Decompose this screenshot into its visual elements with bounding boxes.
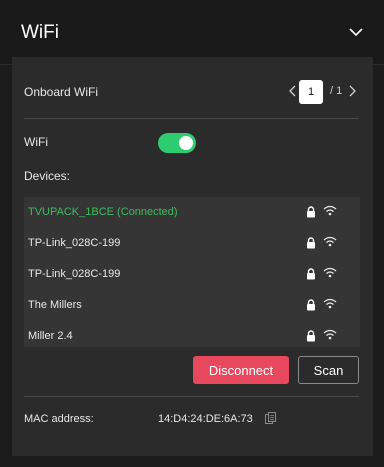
wifi-signal-icon [323, 267, 337, 278]
device-row[interactable]: Miller 2.4 [24, 321, 360, 347]
device-row[interactable]: TVUPACK_1BCE (Connected) [24, 197, 360, 228]
lock-icon [307, 237, 315, 249]
wifi-panel: Onboard WiFi 1 / 1 WiFi Devices: TVUPACK… [12, 57, 373, 456]
divider [24, 118, 359, 119]
wifi-signal-icon [323, 236, 337, 247]
device-name: TP-Link_028C-199 [28, 237, 121, 249]
scan-button[interactable]: Scan [298, 356, 359, 384]
device-name: TP-Link_028C-199 [28, 268, 121, 280]
chevron-down-icon[interactable] [348, 24, 364, 40]
toggle-knob [179, 136, 193, 150]
wifi-section-header[interactable]: WiFi [0, 0, 384, 65]
onboard-wifi-row: Onboard WiFi 1 / 1 [12, 57, 373, 119]
chevron-right-icon[interactable] [347, 84, 357, 98]
device-row[interactable]: TP-Link_028C-199 [24, 228, 360, 259]
lock-icon [307, 268, 315, 280]
page-total: / 1 [330, 85, 343, 97]
wifi-toggle-label: WiFi [24, 135, 48, 149]
mac-address-label: MAC address: [24, 413, 94, 425]
device-name: Miller 2.4 [28, 330, 73, 342]
chevron-left-icon[interactable] [288, 84, 298, 98]
lock-icon [307, 330, 315, 342]
page-number-input[interactable]: 1 [299, 80, 323, 104]
lock-icon [307, 206, 315, 218]
device-name: TVUPACK_1BCE (Connected) [28, 206, 178, 218]
copy-icon[interactable] [265, 412, 276, 424]
wifi-toggle[interactable] [158, 133, 196, 153]
device-row[interactable]: The Millers [24, 290, 360, 321]
device-name: The Millers [28, 299, 82, 311]
wifi-signal-icon [323, 205, 337, 216]
divider [24, 396, 359, 397]
devices-label: Devices: [24, 169, 71, 183]
section-title: WiFi [21, 22, 59, 43]
lock-icon [307, 299, 315, 311]
mac-address-value: 14:D4:24:DE:6A:73 [158, 413, 253, 425]
disconnect-button[interactable]: Disconnect [193, 356, 289, 384]
wifi-signal-icon [323, 329, 337, 340]
device-row[interactable]: TP-Link_028C-199 [24, 259, 360, 290]
wifi-signal-icon [323, 298, 337, 309]
onboard-wifi-label: Onboard WiFi [24, 85, 99, 99]
device-list: TVUPACK_1BCE (Connected) TP-Link_028C-199… [24, 197, 360, 347]
